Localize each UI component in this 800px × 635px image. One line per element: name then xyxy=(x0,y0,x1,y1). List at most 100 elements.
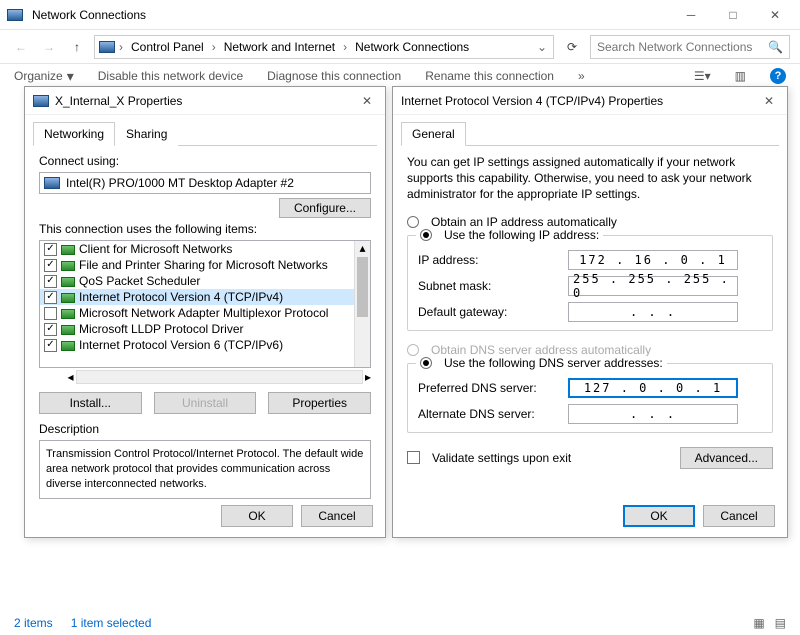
scrollbar[interactable]: ▴ xyxy=(354,241,370,367)
checkbox-icon[interactable]: ✓ xyxy=(44,323,57,336)
radio-obtain-dns xyxy=(407,344,419,356)
app-icon xyxy=(4,4,26,26)
radio-use-ip[interactable] xyxy=(420,229,432,241)
status-bar: 2 items 1 item selected ▦ ▤ xyxy=(0,611,800,635)
hscroll-left-icon[interactable]: ◂ xyxy=(68,370,74,384)
dialog-title: Internet Protocol Version 4 (TCP/IPv4) P… xyxy=(401,94,759,108)
adapter-name: Intel(R) PRO/1000 MT Desktop Adapter #2 xyxy=(66,176,294,190)
protocol-icon xyxy=(61,309,75,319)
tab-networking[interactable]: Networking xyxy=(33,122,115,146)
checkbox-icon[interactable]: ✓ xyxy=(44,243,57,256)
preferred-dns-input[interactable]: 127 . 0 . 0 . 1 xyxy=(568,378,738,398)
cmd-overflow[interactable]: » xyxy=(578,69,585,83)
search-input[interactable] xyxy=(597,40,764,54)
configure-button[interactable]: Configure... xyxy=(279,198,371,218)
protocol-item[interactable]: ✓ File and Printer Sharing for Microsoft … xyxy=(40,257,370,273)
help-icon[interactable]: ? xyxy=(770,68,786,84)
protocol-label: QoS Packet Scheduler xyxy=(79,274,200,288)
nic-icon xyxy=(33,95,49,107)
uninstall-button[interactable]: Uninstall xyxy=(154,392,257,414)
alternate-dns-label: Alternate DNS server: xyxy=(418,407,568,421)
large-icons-view-icon[interactable]: ▤ xyxy=(775,616,786,630)
up-button[interactable]: ↑ xyxy=(66,36,88,58)
validate-checkbox[interactable] xyxy=(407,451,420,464)
hscroll-right-icon[interactable]: ▸ xyxy=(365,370,371,384)
subnet-mask-input[interactable]: 255 . 255 . 255 . 0 xyxy=(568,276,738,296)
search-icon: 🔍 xyxy=(768,40,783,54)
properties-button[interactable]: Properties xyxy=(268,392,371,414)
minimize-button[interactable]: ─ xyxy=(670,2,712,28)
use-dns-label: Use the following DNS server addresses: xyxy=(444,356,663,370)
ip-address-label: IP address: xyxy=(418,253,568,267)
protocol-icon xyxy=(61,245,75,255)
protocol-label: Internet Protocol Version 6 (TCP/IPv6) xyxy=(79,338,283,352)
default-gateway-input[interactable]: . . . xyxy=(568,302,738,322)
status-selected: 1 item selected xyxy=(71,616,152,630)
details-view-icon[interactable]: ▦ xyxy=(753,616,764,630)
cmd-disable[interactable]: Disable this network device xyxy=(98,69,243,83)
checkbox-icon[interactable]: ✓ xyxy=(44,259,57,272)
alternate-dns-input[interactable]: . . . xyxy=(568,404,738,424)
protocol-icon xyxy=(61,277,75,287)
tab-general[interactable]: General xyxy=(401,122,466,146)
cmd-diagnose[interactable]: Diagnose this connection xyxy=(267,69,401,83)
close-icon[interactable]: ✕ xyxy=(759,94,779,108)
breadcrumb-dropdown-icon[interactable]: ⌄ xyxy=(535,40,549,54)
ip-address-input[interactable]: 172 . 16 . 0 . 1 xyxy=(568,250,738,270)
titlebar: Network Connections ─ □ ✕ xyxy=(0,0,800,30)
protocol-item[interactable]: ✓Microsoft LLDP Protocol Driver xyxy=(40,321,370,337)
dialog-title: X_Internal_X Properties xyxy=(55,94,357,108)
description-text: Transmission Control Protocol/Internet P… xyxy=(39,440,371,499)
radio-obtain-ip[interactable] xyxy=(407,216,419,228)
ip-group: Use the following IP address: IP address… xyxy=(407,235,773,331)
protocol-item[interactable]: ✓ QoS Packet Scheduler xyxy=(40,273,370,289)
checkbox-icon[interactable]: ✓ xyxy=(44,291,57,304)
protocol-icon xyxy=(61,293,75,303)
protocol-list[interactable]: ✓ Client for Microsoft Networks ✓ File and … xyxy=(39,240,371,368)
advanced-button[interactable]: Advanced... xyxy=(680,447,773,469)
cmd-organize[interactable]: Organize ▾ xyxy=(14,69,74,83)
description-label: Description xyxy=(39,422,371,436)
protocol-label: File and Printer Sharing for Microsoft N… xyxy=(79,258,328,272)
forward-button[interactable]: → xyxy=(38,36,60,58)
preview-pane-icon[interactable]: ▥ xyxy=(735,69,746,83)
intro-text: You can get IP settings assigned automat… xyxy=(407,154,773,203)
protocol-label: Client for Microsoft Networks xyxy=(79,242,232,256)
back-button[interactable]: ← xyxy=(10,36,32,58)
breadcrumb[interactable]: › Control Panel › Network and Internet ›… xyxy=(94,35,554,59)
view-options-icon[interactable]: ☰▾ xyxy=(694,69,711,83)
protocol-item[interactable]: Microsoft Network Adapter Multiplexor Pr… xyxy=(40,305,370,321)
cancel-button[interactable]: Cancel xyxy=(703,505,775,527)
close-icon[interactable]: ✕ xyxy=(357,94,377,108)
protocol-item[interactable]: ✓ Internet Protocol Version 6 (TCP/IPv6) xyxy=(40,337,370,353)
cancel-button[interactable]: Cancel xyxy=(301,505,373,527)
crumb-2[interactable]: Network Connections xyxy=(351,40,473,54)
checkbox-icon[interactable]: ✓ xyxy=(44,339,57,352)
connect-using-label: Connect using: xyxy=(39,154,371,168)
close-button[interactable]: ✕ xyxy=(754,2,796,28)
search-box[interactable]: 🔍 xyxy=(590,35,790,59)
radio-use-dns[interactable] xyxy=(420,357,432,369)
default-gateway-label: Default gateway: xyxy=(418,305,568,319)
checkbox-icon[interactable]: ✓ xyxy=(44,275,57,288)
cmd-rename[interactable]: Rename this connection xyxy=(425,69,554,83)
command-bar: Organize ▾ Disable this network device D… xyxy=(0,64,800,88)
subnet-mask-label: Subnet mask: xyxy=(418,279,568,293)
crumb-0[interactable]: Control Panel xyxy=(127,40,208,54)
ok-button[interactable]: OK xyxy=(221,505,293,527)
checkbox-icon[interactable] xyxy=(44,307,57,320)
obtain-dns-label: Obtain DNS server address automatically xyxy=(431,343,651,357)
adapter-properties-dialog: X_Internal_X Properties ✕ Networking Sha… xyxy=(24,86,386,538)
ok-button[interactable]: OK xyxy=(623,505,695,527)
protocol-icon xyxy=(61,261,75,271)
refresh-button[interactable]: ⟳ xyxy=(560,35,584,59)
install-button[interactable]: Install... xyxy=(39,392,142,414)
protocol-item[interactable]: ✓Internet Protocol Version 4 (TCP/IPv4) xyxy=(40,289,370,305)
tab-sharing[interactable]: Sharing xyxy=(115,122,178,146)
protocol-label: Microsoft Network Adapter Multiplexor Pr… xyxy=(79,306,328,320)
protocol-item[interactable]: ✓ Client for Microsoft Networks xyxy=(40,241,370,257)
items-label: This connection uses the following items… xyxy=(39,222,371,236)
crumb-1[interactable]: Network and Internet xyxy=(220,40,339,54)
protocol-icon xyxy=(61,341,75,351)
maximize-button[interactable]: □ xyxy=(712,2,754,28)
